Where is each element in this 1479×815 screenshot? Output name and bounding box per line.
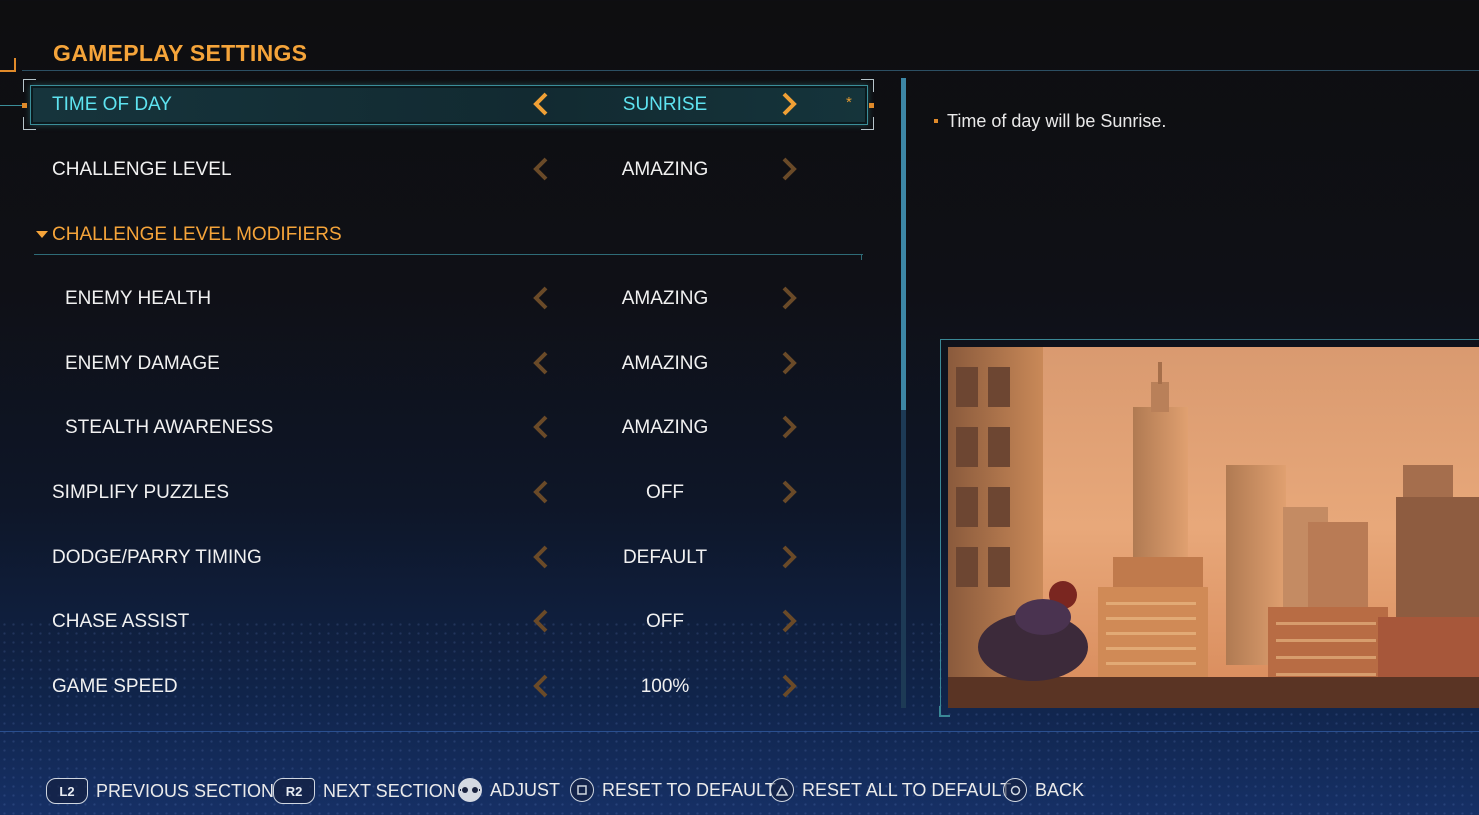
hint-next-section[interactable]: R2 NEXT SECTION (273, 778, 456, 804)
selection-bracket (23, 117, 36, 130)
setting-row-stealth-awareness[interactable]: STEALTH AWARENESS AMAZING (0, 403, 880, 453)
setting-label: TIME OF DAY (52, 94, 172, 115)
chevron-right-icon[interactable] (777, 285, 801, 311)
selection-bracket (861, 117, 874, 130)
circle-button-icon (1003, 778, 1027, 802)
section-label: CHALLENGE LEVEL MODIFIERS (52, 224, 342, 245)
section-divider (34, 254, 863, 255)
setting-value: OFF (646, 482, 684, 503)
section-divider-end (861, 254, 862, 260)
chevron-left-icon[interactable] (529, 156, 553, 182)
description-bullet (934, 119, 938, 123)
setting-label: SIMPLIFY PUZZLES (52, 482, 230, 503)
chevron-left-icon[interactable] (529, 350, 553, 376)
hint-adjust[interactable]: ADJUST (458, 778, 560, 802)
setting-row-challenge-level[interactable]: CHALLENGE LEVEL AMAZING (0, 145, 880, 195)
chevron-right-icon[interactable] (777, 608, 801, 634)
setting-value: AMAZING (621, 159, 709, 180)
left-stick-icon (458, 778, 482, 802)
chevron-left-icon[interactable] (529, 414, 553, 440)
hint-label: NEXT SECTION (323, 780, 456, 801)
setting-value: AMAZING (621, 353, 709, 374)
triangle-button-icon (770, 778, 794, 802)
setting-label: DODGE/PARRY TIMING (52, 547, 262, 568)
chevron-right-icon[interactable] (777, 156, 801, 182)
header-corner-mark (0, 58, 16, 72)
chevron-right-icon[interactable] (777, 673, 801, 699)
footer-divider (0, 731, 1479, 732)
header-divider (22, 70, 1479, 71)
r2-button-icon: R2 (273, 778, 315, 804)
hint-label: PREVIOUS SECTION (96, 780, 275, 801)
setting-value: AMAZING (621, 417, 709, 438)
chevron-left-icon[interactable] (529, 479, 553, 505)
setting-description: Time of day will be Sunrise. (947, 111, 1167, 131)
hint-label: RESET ALL TO DEFAULT (802, 779, 1012, 800)
hint-previous-section[interactable]: L2 PREVIOUS SECTION (46, 778, 274, 804)
chevron-right-icon[interactable] (777, 479, 801, 505)
chevron-left-icon[interactable] (529, 91, 553, 117)
setting-row-chase-assist[interactable]: CHASE ASSIST OFF (0, 597, 880, 647)
section-header-challenge-modifiers[interactable]: CHALLENGE LEVEL MODIFIERS (0, 215, 880, 260)
hint-label: RESET TO DEFAULT (602, 779, 776, 800)
settings-scrollbar[interactable] (901, 78, 906, 708)
setting-value: SUNRISE (622, 94, 708, 115)
hint-reset-all-to-default[interactable]: RESET ALL TO DEFAULT (770, 778, 1011, 802)
selection-bracket (861, 79, 874, 92)
setting-value: AMAZING (621, 288, 709, 309)
selection-marker (22, 103, 27, 108)
chevron-right-icon[interactable] (777, 544, 801, 570)
setting-row-simplify-puzzles[interactable]: SIMPLIFY PUZZLES OFF (0, 468, 880, 518)
setting-label: CHALLENGE LEVEL (52, 159, 232, 180)
hint-reset-to-default[interactable]: RESET TO DEFAULT (570, 778, 776, 802)
selection-marker (869, 103, 874, 108)
setting-row-enemy-health[interactable]: ENEMY HEALTH AMAZING (0, 274, 880, 324)
setting-row-time-of-day[interactable]: TIME OF DAY SUNRISE * (0, 79, 880, 130)
chevron-left-icon[interactable] (529, 673, 553, 699)
page-title: GAMEPLAY SETTINGS (53, 40, 308, 66)
scrollbar-thumb[interactable] (901, 78, 906, 410)
modified-marker: * (846, 94, 852, 111)
hint-label: BACK (1035, 779, 1085, 800)
hint-label: ADJUST (490, 779, 561, 800)
setting-label: ENEMY HEALTH (65, 288, 212, 309)
setting-value: OFF (646, 611, 684, 632)
setting-label: STEALTH AWARENESS (65, 417, 274, 438)
setting-label: GAME SPEED (52, 676, 178, 697)
setting-value: DEFAULT (622, 547, 708, 568)
setting-label: ENEMY DAMAGE (65, 353, 220, 374)
hint-back[interactable]: BACK (1003, 778, 1084, 802)
caret-down-icon (36, 231, 48, 238)
chevron-right-icon[interactable] (777, 350, 801, 376)
l2-button-icon: L2 (46, 778, 88, 804)
preview-image (948, 347, 1479, 708)
chevron-left-icon[interactable] (529, 285, 553, 311)
chevron-right-icon[interactable] (777, 414, 801, 440)
selection-bracket (23, 79, 36, 92)
setting-value: 100% (640, 676, 690, 697)
setting-row-enemy-damage[interactable]: ENEMY DAMAGE AMAZING (0, 339, 880, 389)
setting-row-game-speed[interactable]: GAME SPEED 100% (0, 662, 880, 712)
square-button-icon (570, 778, 594, 802)
selection-connector (0, 105, 22, 106)
setting-label: CHASE ASSIST (52, 611, 190, 632)
controls-footer: L2 PREVIOUS SECTION R2 NEXT SECTION ADJU… (0, 770, 1479, 814)
chevron-left-icon[interactable] (529, 608, 553, 634)
chevron-left-icon[interactable] (529, 544, 553, 570)
chevron-right-icon[interactable] (777, 91, 801, 117)
setting-row-dodge-parry-timing[interactable]: DODGE/PARRY TIMING DEFAULT (0, 533, 880, 583)
